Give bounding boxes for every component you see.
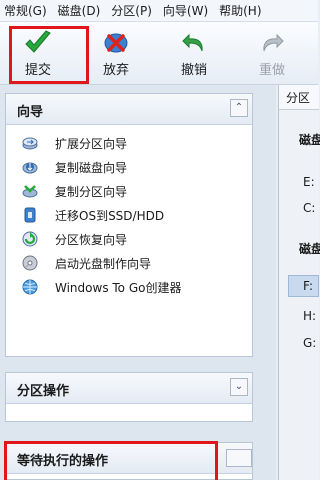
wizard-item-copy-partition[interactable]: 复制分区向导 [6, 179, 252, 203]
partition-g[interactable]: G: [303, 336, 316, 350]
wizard-item-label: 复制分区向导 [55, 184, 128, 199]
wizard-list: 扩展分区向导 复制磁盘向导 复制分区向导 迁移OS到SSD/HDD 分区恢复向导… [6, 125, 252, 299]
wizard-item-label: 迁移OS到SSD/HDD [55, 208, 165, 223]
partition-c[interactable]: C: [303, 201, 315, 215]
windows-to-go-icon [22, 279, 38, 295]
undo-arrow-icon [182, 33, 203, 52]
wizard-item-windows-to-go[interactable]: Windows To Go创建器 [6, 275, 252, 299]
menu-bar: 常规(G) 磁盘(D) 分区(P) 向导(W) 帮助(H) [0, 0, 318, 22]
partition-f[interactable]: F: [303, 279, 313, 293]
menu-wizard[interactable]: 向导(W) [159, 2, 212, 19]
wizard-item-partition-recovery[interactable]: 分区恢复向导 [6, 227, 252, 251]
expand-icon[interactable]: ⌄ [230, 378, 248, 396]
tab-partition[interactable]: 分区 [279, 85, 319, 110]
redo-arrow-icon [263, 33, 284, 52]
extend-partition-icon [22, 137, 38, 150]
partition-h[interactable]: H: [303, 309, 316, 323]
menu-disk[interactable]: 磁盘(D) [54, 2, 105, 19]
disk2-header: 磁盘 [299, 242, 320, 256]
copy-disk-icon [22, 162, 38, 174]
left-pane: 向导 ⌃ 扩展分区向导 复制磁盘向导 复制分区向导 迁移OS到SSD/HDD 分… [0, 85, 276, 480]
partition-ops-title: 分区操作 [17, 384, 70, 399]
wizard-panel-header: 向导 ⌃ [6, 94, 252, 125]
copy-partition-icon [22, 185, 38, 198]
discard-label: 放弃 [102, 63, 129, 78]
commit-highlight-box [9, 26, 89, 84]
wizard-item-label: 分区恢复向导 [55, 232, 128, 247]
partition-recovery-icon [22, 231, 38, 247]
menu-partition[interactable]: 分区(P) [107, 2, 156, 19]
pending-toggle-icon[interactable] [226, 449, 252, 467]
pending-highlight-box [4, 441, 218, 480]
wizard-panel: 向导 ⌃ 扩展分区向导 复制磁盘向导 复制分区向导 迁移OS到SSD/HDD 分… [5, 93, 253, 357]
collapse-icon[interactable]: ⌃ [230, 99, 248, 117]
right-pane: 分区 磁盘 E: C: 磁盘 F: H: G: [278, 85, 320, 480]
menu-general[interactable]: 常规(G) [0, 2, 51, 19]
wizard-panel-title: 向导 [17, 105, 44, 120]
migrate-os-icon [24, 207, 36, 223]
wizard-item-boot-disc[interactable]: 启动光盘制作向导 [6, 251, 252, 275]
redo-label: 重做 [258, 63, 285, 78]
partition-ops-panel: 分区操作 ⌄ [5, 372, 253, 422]
wizard-item-label: 扩展分区向导 [55, 136, 128, 151]
menu-help[interactable]: 帮助(H) [215, 2, 265, 19]
tab-partition-label: 分区 [286, 91, 311, 105]
wizard-item-label: 启动光盘制作向导 [55, 256, 152, 271]
redo-button[interactable]: 重做 [246, 28, 298, 80]
wizard-item-extend-partition[interactable]: 扩展分区向导 [6, 131, 252, 155]
disk1-header: 磁盘 [299, 133, 320, 147]
wizard-item-label: 复制磁盘向导 [55, 160, 128, 175]
wizard-item-copy-disk[interactable]: 复制磁盘向导 [6, 155, 252, 179]
wizard-item-label: Windows To Go创建器 [55, 280, 182, 295]
partition-ops-header: 分区操作 ⌄ [6, 373, 252, 404]
undo-label: 撤销 [180, 63, 207, 78]
discard-icon [104, 33, 128, 53]
partition-e[interactable]: E: [303, 175, 315, 189]
discard-button[interactable]: 放弃 [90, 28, 142, 80]
boot-disc-icon [22, 255, 38, 271]
wizard-item-migrate-os[interactable]: 迁移OS到SSD/HDD [6, 203, 252, 227]
undo-button[interactable]: 撤销 [168, 28, 220, 80]
